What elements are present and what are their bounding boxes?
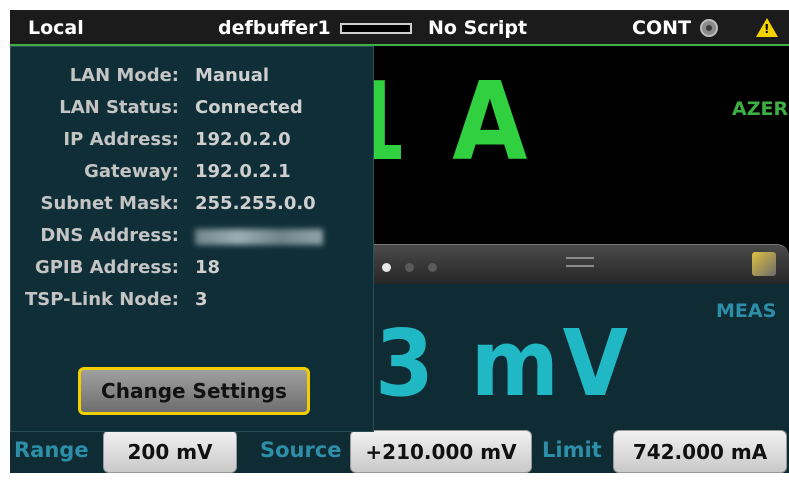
active-buffer-indicator[interactable]: defbuffer1 [218,17,331,39]
info-value: Manual [195,65,270,86]
instrument-screen: Local defbuffer1 No Script CONT ! 1 A AZ… [10,10,789,473]
info-value: 255.255.0.0 [195,193,316,214]
script-indicator[interactable]: No Script [428,17,527,39]
trigger-mode-indicator[interactable]: CONT [632,17,691,39]
info-label: Gateway: [84,161,179,182]
swipe-settings-icon[interactable] [752,252,776,276]
info-label: Subnet Mask: [40,193,180,214]
info-row-dns-address: DNS Address: [11,225,375,255]
azero-indicator: AZERO [732,98,789,120]
info-value: 18 [195,257,221,278]
page-dot [428,263,437,272]
info-row-gpib-address: GPIB Address: 18 [11,257,375,287]
info-value: Connected [195,97,303,118]
info-value: 192.0.2.1 [195,161,291,182]
communication-mode-indicator[interactable]: Local [28,17,84,39]
info-row-gateway: Gateway: 192.0.2.1 [11,161,375,191]
redacted-dns-value [195,229,323,245]
drag-handle-icon[interactable] [566,257,594,267]
info-label: LAN Status: [59,97,179,118]
info-label: IP Address: [63,129,179,150]
page-dot [405,263,414,272]
status-bar: Local defbuffer1 No Script CONT ! [10,10,789,46]
buffer-fill-bar[interactable] [340,23,412,34]
info-row-ip-address: IP Address: 192.0.2.0 [11,129,375,159]
limit-label: Limit [542,438,602,462]
info-row-lan-status: LAN Status: Connected [11,97,375,127]
limit-button[interactable]: 742.000 mA [613,430,787,473]
swipe-page-dots [382,257,451,276]
meas-label: MEAS [716,300,777,322]
page-dot-active [382,263,391,272]
range-label: Range [14,438,89,462]
info-row-subnet-mask: Subnet Mask: 255.255.0.0 [11,193,375,223]
warning-icon[interactable]: ! [756,18,778,37]
refresh-icon[interactable] [700,19,718,37]
source-label: Source [260,438,342,462]
info-value: 192.0.2.0 [195,129,291,150]
info-label: GPIB Address: [34,257,179,278]
info-value: 3 [195,289,208,310]
source-button[interactable]: +210.000 mV [350,430,532,473]
info-label: TSP-Link Node: [24,289,179,310]
communication-info-popup: LAN Mode: Manual LAN Status: Connected I… [10,46,374,432]
change-settings-button[interactable]: Change Settings [78,367,310,415]
info-label: DNS Address: [40,225,179,246]
info-label: LAN Mode: [69,65,179,86]
info-row-tsp-link-node: TSP-Link Node: 3 [11,289,375,319]
range-button[interactable]: 200 mV [103,430,237,473]
info-row-lan-mode: LAN Mode: Manual [11,65,375,95]
voltage-reading: 3 mV [375,310,632,417]
